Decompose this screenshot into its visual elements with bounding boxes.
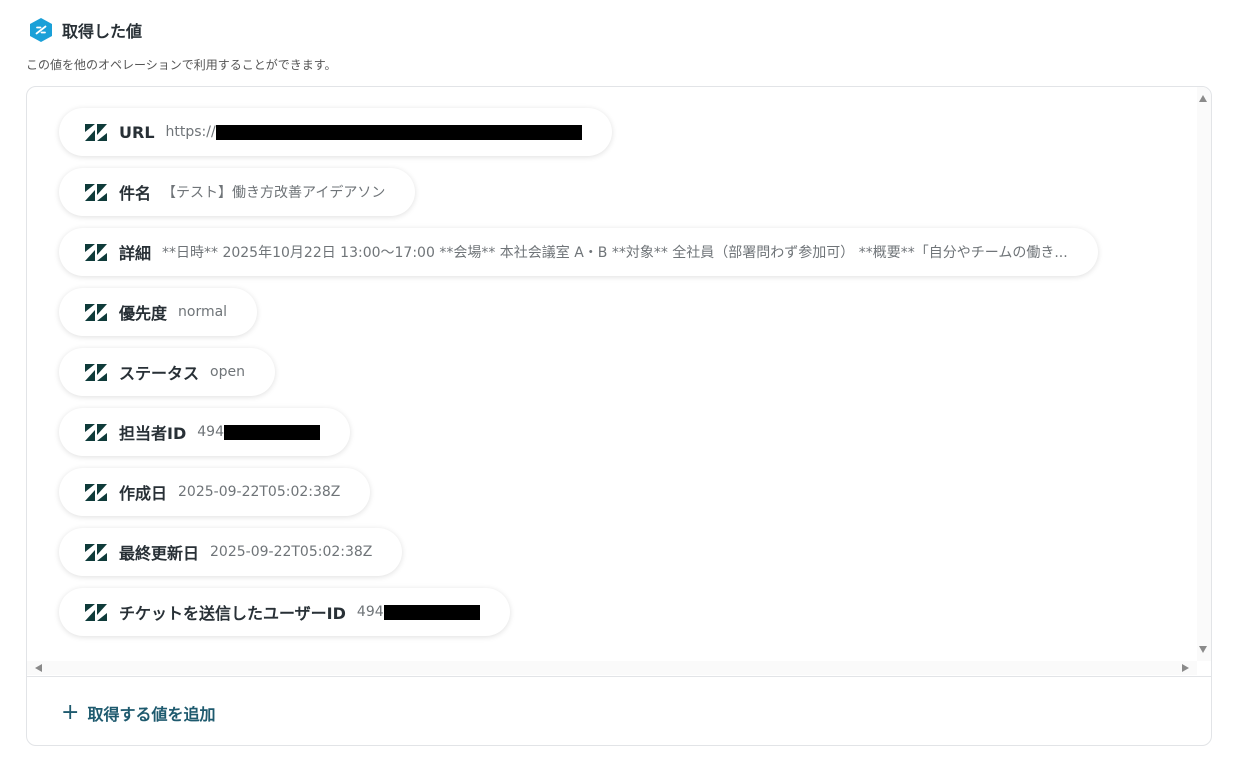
- value-text: 2025-09-22T05:02:38Z: [210, 544, 373, 560]
- value-text: open: [210, 364, 245, 380]
- redacted-value: [223, 424, 320, 440]
- zendesk-logo-icon: [85, 483, 107, 501]
- redacted-value: [215, 124, 582, 140]
- value-text: 494: [356, 604, 384, 620]
- section-title: 取得した値: [62, 22, 143, 41]
- value-text: normal: [178, 304, 228, 320]
- zendesk-logo-icon: [85, 243, 107, 261]
- value-pill[interactable]: チケットを送信したユーザーID 494: [59, 588, 510, 636]
- scroll-right-arrow-icon[interactable]: [1182, 664, 1189, 672]
- value-text: 2025-09-22T05:02:38Z: [178, 484, 341, 500]
- zendesk-logo-icon: [85, 423, 107, 441]
- value-label: チケットを送信したユーザーID: [119, 604, 346, 623]
- value-label: URL: [119, 122, 155, 142]
- value-label: 作成日: [119, 484, 168, 503]
- zendesk-logo-icon: [85, 183, 107, 201]
- section-header: 取得した値: [28, 17, 142, 43]
- value-pill[interactable]: 担当者ID 494: [59, 408, 350, 456]
- value-label: ステータス: [119, 364, 200, 383]
- vertical-scrollbar[interactable]: [1197, 87, 1211, 661]
- zendesk-logo-icon: [85, 543, 107, 561]
- value-pill[interactable]: 件名 【テスト】働き方改善アイデアソン: [59, 168, 416, 216]
- add-value-button[interactable]: + 取得する値を追加: [61, 701, 215, 725]
- field-list: URL https:// 件名 【テスト】働き方改善アイデアソン 詳細 **日時…: [59, 108, 1098, 636]
- value-pill[interactable]: 最終更新日 2025-09-22T05:02:38Z: [59, 528, 403, 576]
- value-text: 【テスト】働き方改善アイデアソン: [162, 185, 386, 201]
- zendesk-logo-icon: [85, 303, 107, 321]
- divider: [27, 676, 1211, 677]
- value-pill[interactable]: 詳細 **日時** 2025年10月22日 13:00〜17:00 **会場**…: [59, 228, 1098, 276]
- scroll-down-arrow-icon[interactable]: [1199, 646, 1207, 653]
- value-label: 優先度: [119, 304, 168, 323]
- value-label: 件名: [119, 184, 152, 203]
- redacted-value: [383, 604, 480, 620]
- value-pill[interactable]: ステータス open: [59, 348, 275, 396]
- scroll-left-arrow-icon[interactable]: [35, 664, 42, 672]
- value-text: https://: [165, 124, 216, 140]
- values-panel: URL https:// 件名 【テスト】働き方改善アイデアソン 詳細 **日時…: [26, 86, 1212, 746]
- scroll-up-arrow-icon[interactable]: [1199, 95, 1207, 102]
- section-subtitle: この値を他のオペレーションで利用することができます。: [26, 58, 337, 72]
- value-label: 詳細: [119, 244, 152, 263]
- zendesk-logo-icon: [85, 363, 107, 381]
- value-pill[interactable]: 作成日 2025-09-22T05:02:38Z: [59, 468, 371, 516]
- zendesk-hex-icon: [30, 18, 52, 42]
- value-pill[interactable]: 優先度 normal: [59, 288, 258, 336]
- value-pill[interactable]: URL https://: [59, 108, 612, 156]
- zendesk-logo-icon: [85, 603, 107, 621]
- horizontal-scrollbar[interactable]: [27, 661, 1197, 675]
- plus-icon: +: [61, 700, 80, 725]
- value-text: **日時** 2025年10月22日 13:00〜17:00 **会場** 本社…: [162, 245, 1068, 261]
- value-label: 最終更新日: [119, 544, 200, 563]
- add-value-label: 取得する値を追加: [87, 705, 216, 724]
- value-text: 494: [197, 424, 224, 440]
- zendesk-logo-icon: [85, 123, 107, 141]
- value-label: 担当者ID: [119, 424, 187, 443]
